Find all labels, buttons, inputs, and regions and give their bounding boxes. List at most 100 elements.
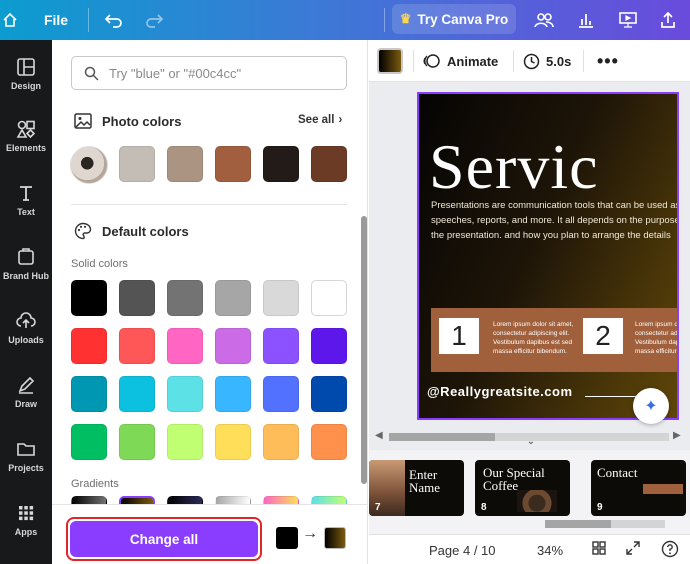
- solid-color-swatch[interactable]: [215, 328, 251, 364]
- undo-icon[interactable]: [102, 0, 126, 40]
- thumbnail-image: [643, 484, 683, 494]
- solid-color-swatch[interactable]: [311, 424, 347, 460]
- solid-color-swatch[interactable]: [263, 376, 299, 412]
- solid-color-swatch[interactable]: [263, 424, 299, 460]
- change-all-button[interactable]: Change all: [70, 521, 258, 557]
- chevron-right-icon: ›: [338, 114, 343, 126]
- photo-colors-title: Photo colors: [102, 113, 182, 129]
- share-people-icon[interactable]: [532, 0, 556, 40]
- chevron-down-icon[interactable]: ⌄: [519, 436, 543, 448]
- zoom-level[interactable]: 34%: [537, 543, 563, 558]
- animate-button[interactable]: Animate: [423, 40, 498, 82]
- solid-color-swatch[interactable]: [119, 376, 155, 412]
- sidebar-item-uploads[interactable]: Uploads: [0, 300, 52, 356]
- magic-sparkle-icon[interactable]: ✦: [633, 388, 669, 424]
- photo-color-swatch[interactable]: [119, 146, 155, 182]
- solid-color-swatch[interactable]: [167, 424, 203, 460]
- page-thumbnails: Enter Name 7 Our Special Coffee 8 Contac…: [369, 450, 690, 534]
- solid-color-swatch[interactable]: [311, 376, 347, 412]
- solid-color-swatch[interactable]: [215, 280, 251, 316]
- page-thumbnail[interactable]: Our Special Coffee 8: [475, 460, 570, 516]
- duration-button[interactable]: 5.0s: [523, 40, 571, 82]
- solid-color-swatch[interactable]: [71, 328, 107, 364]
- sidebar-item-elements[interactable]: Elements: [0, 108, 52, 164]
- color-picker-chip[interactable]: [377, 48, 403, 74]
- solid-color-swatch[interactable]: [71, 376, 107, 412]
- arrow-right-icon: →: [302, 525, 318, 542]
- sidebar-item-draw[interactable]: Draw: [0, 364, 52, 420]
- service-text-2: Lorem ipsum dolor sit amet, consectetur …: [635, 321, 679, 355]
- panel-footer: Change all →: [52, 504, 367, 564]
- grid-view-icon[interactable]: [591, 540, 607, 560]
- photo-color-swatch[interactable]: [167, 146, 203, 182]
- sidebar-item-label: Text: [17, 207, 35, 217]
- photo-color-swatch[interactable]: [311, 146, 347, 182]
- sidebar-item-projects[interactable]: Projects: [0, 428, 52, 484]
- sidebar-item-design[interactable]: Design: [0, 46, 52, 102]
- page-indicator[interactable]: Page 4 / 10: [429, 543, 496, 558]
- color-search-box[interactable]: [71, 56, 347, 90]
- solid-color-swatch[interactable]: [311, 328, 347, 364]
- redo-icon[interactable]: [142, 0, 166, 40]
- photo-thumbnail[interactable]: [70, 146, 108, 184]
- thumbnail-scroll-thumb[interactable]: [545, 520, 611, 528]
- slide-website: @Reallygreatsite.com: [427, 384, 573, 399]
- slide-body-text[interactable]: Presentations are communication tools th…: [431, 198, 677, 243]
- divider: [384, 8, 385, 32]
- solid-color-swatch[interactable]: [263, 280, 299, 316]
- uploads-icon: [16, 312, 36, 328]
- solid-color-swatch[interactable]: [167, 376, 203, 412]
- sidebar-item-label: Projects: [8, 463, 44, 473]
- solid-color-swatch[interactable]: [167, 328, 203, 364]
- service-number-1: 1: [439, 318, 479, 354]
- upload-share-icon[interactable]: [656, 0, 680, 40]
- solid-color-swatch[interactable]: [119, 280, 155, 316]
- thumbnail-number: 7: [375, 502, 381, 513]
- sidebar-item-brand-hub[interactable]: Brand Hub: [0, 236, 52, 292]
- thumbnail-number: 8: [481, 502, 487, 513]
- page-thumbnail[interactable]: Contact 9: [591, 460, 686, 516]
- sidebar-item-text[interactable]: Text: [0, 172, 52, 228]
- solid-color-swatch[interactable]: [119, 328, 155, 364]
- gradients-label: Gradients: [71, 478, 119, 490]
- solid-color-swatch[interactable]: [215, 376, 251, 412]
- solid-color-swatch[interactable]: [119, 424, 155, 460]
- animate-label: Animate: [447, 53, 499, 69]
- solid-color-swatch[interactable]: [263, 328, 299, 364]
- scroll-left-icon[interactable]: ◀: [375, 430, 383, 441]
- help-icon[interactable]: [661, 540, 679, 562]
- divider: [413, 50, 414, 72]
- top-bar: File ♛ Try Canva Pro: [0, 0, 690, 40]
- solid-color-swatch[interactable]: [215, 424, 251, 460]
- solid-color-swatch[interactable]: [71, 424, 107, 460]
- home-icon[interactable]: [0, 0, 20, 40]
- sidebar-item-apps[interactable]: Apps: [0, 492, 52, 548]
- solid-color-swatch[interactable]: [311, 280, 347, 316]
- draw-icon: [18, 376, 35, 394]
- photo-color-swatch[interactable]: [263, 146, 299, 182]
- context-toolbar: Animate 5.0s •••: [369, 40, 690, 82]
- editor-area: Animate 5.0s ••• Servic Presentations ar…: [369, 40, 690, 564]
- default-colors-title: Default colors: [102, 223, 189, 239]
- page-thumbnail[interactable]: Enter Name 7: [369, 460, 464, 516]
- left-sidebar: Design Elements Text Brand Hub Uploads D…: [0, 40, 52, 564]
- divider: [513, 50, 514, 72]
- more-options-icon[interactable]: •••: [597, 40, 619, 82]
- clock-icon: [523, 53, 540, 69]
- slide-title[interactable]: Servic: [429, 130, 599, 204]
- file-menu[interactable]: File: [36, 0, 76, 40]
- see-all-link[interactable]: See all ›: [298, 114, 342, 126]
- photo-color-swatch[interactable]: [215, 146, 251, 182]
- scroll-right-icon[interactable]: ▶: [673, 430, 681, 441]
- fullscreen-icon[interactable]: [625, 540, 641, 560]
- solid-color-swatch[interactable]: [71, 280, 107, 316]
- solid-color-swatch[interactable]: [167, 280, 203, 316]
- insights-chart-icon[interactable]: [574, 0, 598, 40]
- present-icon[interactable]: [616, 0, 640, 40]
- slide-canvas[interactable]: Servic Presentations are communication t…: [417, 92, 679, 420]
- color-search-input[interactable]: [109, 65, 329, 81]
- try-canva-pro-button[interactable]: ♛ Try Canva Pro: [392, 4, 516, 34]
- panel-scrollbar[interactable]: [361, 216, 367, 484]
- default-colors-heading: Default colors: [74, 222, 189, 240]
- scroll-thumb[interactable]: [389, 433, 495, 441]
